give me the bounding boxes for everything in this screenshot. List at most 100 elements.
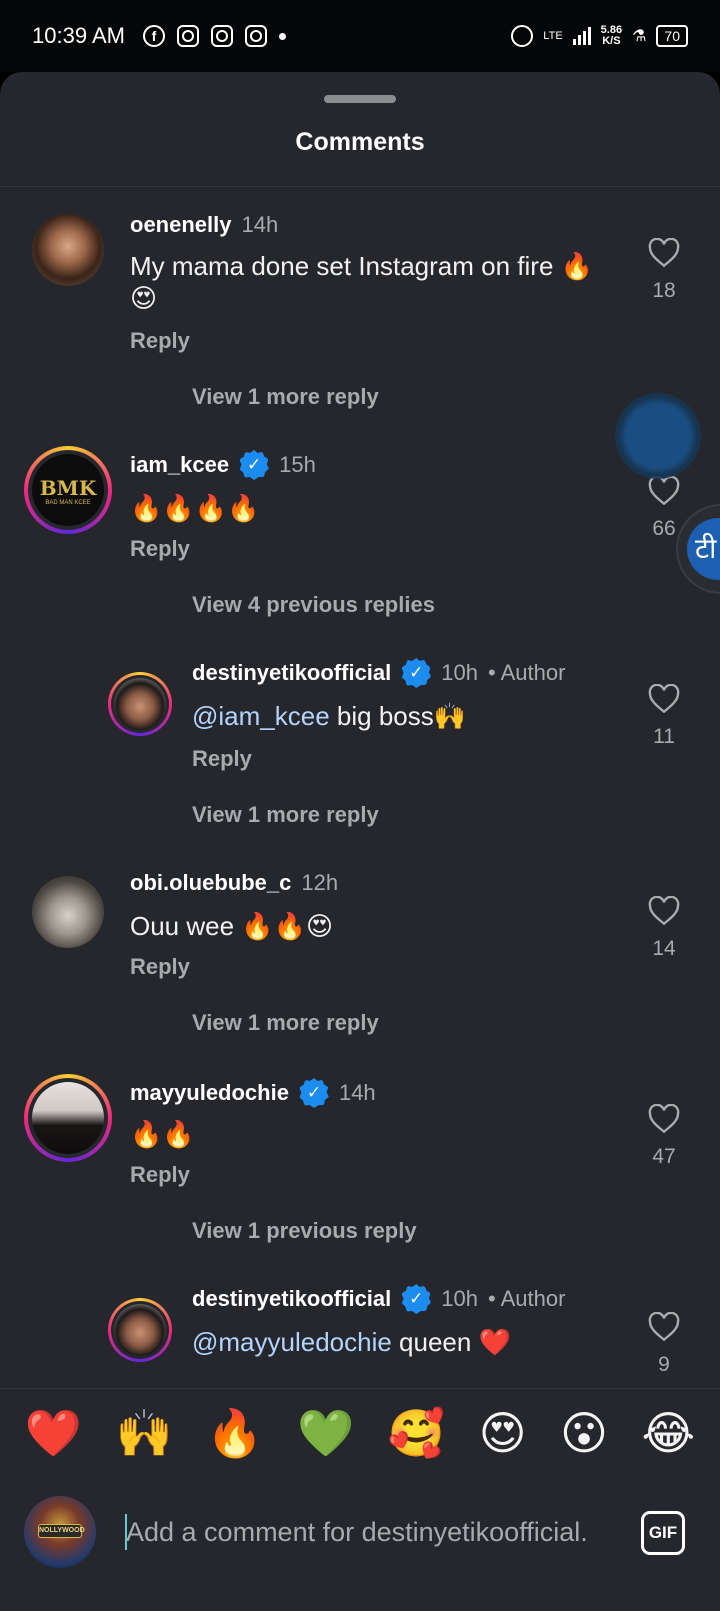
view-replies-button[interactable]: View 1 more reply: [192, 384, 379, 410]
like-button[interactable]: 47: [634, 1103, 694, 1169]
more-notifications-dot: [278, 32, 286, 40]
my-avatar[interactable]: NOLLYWOOD: [24, 1496, 96, 1568]
avatar-logo-text: BMK: [39, 476, 97, 500]
heart-icon: [648, 1311, 680, 1342]
divider: [0, 186, 720, 187]
mention-link[interactable]: @mayyuledochie: [192, 1327, 392, 1357]
instagram-icon: [176, 25, 199, 47]
username[interactable]: obi.oluebube_c: [130, 870, 291, 896]
avatar-logo-subtext: BAD MAN KCEE: [45, 500, 91, 506]
comment-input[interactable]: [126, 1508, 614, 1556]
avatar: [114, 678, 166, 730]
comment-header: mayyuledochie ✓ 14h: [130, 1078, 376, 1108]
comments-sheet: Comments oenenelly 14h My mama done set …: [0, 72, 720, 1611]
comment-header: iam_kcee ✓ 15h: [130, 450, 316, 480]
reply-button[interactable]: Reply: [130, 954, 190, 980]
emoji-green-heart-button[interactable]: 💚: [297, 1405, 354, 1461]
battery-icon: 70: [656, 25, 688, 47]
emoji-laughing-button[interactable]: 😂: [641, 1405, 695, 1461]
avatar[interactable]: [32, 214, 104, 286]
comment-header: destinyetikoofficial ✓ 10h • Author: [192, 1284, 565, 1314]
comment-text: 🔥🔥: [130, 1119, 195, 1149]
verified-badge-icon: ✓: [401, 658, 432, 688]
reply-button[interactable]: Reply: [130, 536, 190, 562]
avatar-logo-text: NOLLYWOOD: [38, 1524, 85, 1538]
timestamp: 15h: [279, 452, 316, 477]
comment-text: @mayyuledochie queen ❤️: [192, 1326, 612, 1358]
comment-text: @iam_kcee big boss🙌: [192, 700, 612, 732]
avatar[interactable]: [32, 876, 104, 948]
like-button[interactable]: 18: [634, 237, 694, 303]
comment-text: My mama done set Instagram on fire 🔥😍: [130, 251, 593, 313]
like-count: 18: [652, 279, 676, 302]
like-count: 47: [652, 1145, 676, 1168]
like-count: 9: [658, 1353, 670, 1376]
view-replies-button[interactable]: View 1 more reply: [192, 802, 379, 828]
speed-unit: K/S: [602, 35, 621, 47]
comment-body: queen ❤️: [391, 1327, 511, 1357]
status-time: 10:39 AM: [32, 23, 125, 48]
drag-handle[interactable]: [324, 95, 396, 103]
username[interactable]: destinyetikoofficial: [192, 660, 391, 686]
heart-icon: [648, 1103, 680, 1134]
network-speed: 5.86 K/S: [601, 25, 622, 47]
author-label: • Author: [488, 1286, 566, 1311]
status-right: LTE 5.86 K/S ⚗ 70: [511, 25, 688, 47]
instagram-icon: [244, 25, 267, 47]
instagram-icon: [210, 25, 233, 47]
author-text: Author: [500, 1286, 566, 1311]
heart-icon: [648, 895, 680, 926]
gif-button[interactable]: GIF: [641, 1511, 685, 1555]
emoji-smiling-hearts-button[interactable]: 🥰: [388, 1405, 445, 1461]
sheet-title: Comments: [295, 128, 425, 156]
comment-list[interactable]: oenenelly 14h My mama done set Instagram…: [0, 188, 720, 1388]
username[interactable]: iam_kcee: [130, 452, 229, 478]
username[interactable]: oenenelly: [130, 212, 231, 238]
comment-composer: NOLLYWOOD GIF: [0, 1476, 720, 1611]
mention-link[interactable]: @iam_kcee: [192, 701, 330, 731]
avatar: BMK BAD MAN KCEE: [32, 454, 104, 526]
emoji-heart-button[interactable]: ❤️: [25, 1405, 82, 1461]
avatar: [114, 1304, 166, 1356]
timestamp: 12h: [301, 870, 339, 895]
like-count: 11: [653, 725, 675, 748]
view-replies-button[interactable]: View 1 more reply: [192, 1010, 379, 1036]
timestamp: 10h: [441, 1286, 478, 1311]
reply-button[interactable]: Reply: [192, 746, 252, 772]
network-type: LTE: [543, 29, 563, 42]
like-count: 14: [652, 937, 676, 960]
notification-icons: f: [142, 25, 286, 47]
reply-button[interactable]: Reply: [130, 328, 190, 354]
view-replies-button[interactable]: View 4 previous replies: [192, 592, 435, 618]
comment-header: destinyetikoofficial ✓ 10h • Author: [192, 658, 565, 688]
timestamp: 14h: [338, 1080, 376, 1105]
timestamp: 14h: [241, 212, 279, 237]
alarm-icon: [511, 25, 534, 47]
username[interactable]: mayyuledochie: [130, 1080, 289, 1106]
author-label: • Author: [488, 660, 566, 685]
like-button[interactable]: 9: [634, 1311, 694, 1377]
lab-icon: ⚗: [632, 28, 647, 45]
floating-assistant-button[interactable]: [615, 393, 701, 479]
heart-icon: [648, 237, 680, 268]
emoji-surprised-button[interactable]: 😮: [560, 1405, 608, 1461]
avatar: [32, 1082, 104, 1154]
emoji-raised-hands-button[interactable]: 🙌: [116, 1405, 173, 1461]
heart-icon: [648, 683, 680, 714]
author-text: Author: [500, 660, 566, 685]
heart-icon: [648, 475, 680, 506]
verified-badge-icon: ✓: [401, 1284, 432, 1314]
reply-button[interactable]: Reply: [130, 1162, 190, 1188]
comment-text: 🔥🔥🔥🔥: [130, 493, 260, 523]
view-replies-button[interactable]: View 1 previous reply: [192, 1218, 417, 1244]
like-button[interactable]: 14: [634, 895, 694, 961]
comment-text: Ouu wee 🔥🔥😍: [130, 911, 334, 941]
verified-badge-icon: ✓: [239, 450, 270, 480]
timestamp: 10h: [441, 660, 478, 685]
username[interactable]: destinyetikoofficial: [192, 1286, 391, 1312]
comment-header: oenenelly 14h: [130, 212, 278, 238]
translate-icon: टी: [687, 518, 720, 580]
emoji-fire-button[interactable]: 🔥: [206, 1405, 263, 1461]
emoji-heart-eyes-button[interactable]: 😍: [479, 1405, 527, 1461]
like-button[interactable]: 11: [634, 683, 694, 749]
